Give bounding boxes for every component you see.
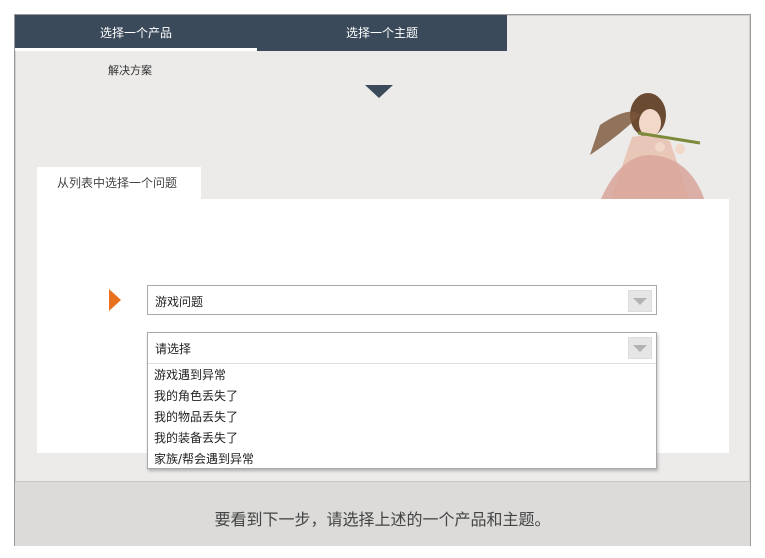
active-tab-indicator — [15, 48, 257, 51]
option-item[interactable]: 家族/帮会遇到异常 — [154, 449, 656, 470]
issue-select-value: 请选择 — [155, 342, 192, 356]
step-arrow-icon — [365, 85, 393, 98]
game-character-illustration — [590, 93, 705, 201]
tab-select-topic[interactable]: 选择一个主题 — [257, 15, 507, 51]
tab-choose-question[interactable]: 从列表中选择一个问题 — [37, 167, 201, 199]
product-solution-link[interactable]: 解决方案 — [108, 62, 152, 78]
issue-options-list: 游戏遇到异常 我的角色丢失了 我的物品丢失了 我的装备丢失了 家族/帮会遇到异常 — [154, 365, 656, 470]
chevron-down-icon[interactable] — [628, 290, 652, 312]
option-item[interactable]: 游戏遇到异常 — [154, 365, 656, 386]
option-item[interactable]: 我的装备丢失了 — [154, 428, 656, 449]
tab-select-product[interactable]: 选择一个产品 — [15, 15, 257, 51]
tab-label: 选择一个主题 — [345, 26, 418, 40]
category-select[interactable]: 游戏问题 — [147, 285, 657, 315]
chevron-down-icon[interactable] — [628, 337, 652, 359]
footer-instruction: 要看到下一步，请选择上述的一个产品和主题。 — [214, 510, 551, 529]
help-wizard-frame: 选择一个产品 选择一个主题 解决方案 从列表中选择一个问题 游戏问题 请选择 游… — [14, 14, 751, 546]
option-item[interactable]: 我的角色丢失了 — [154, 386, 656, 407]
tab-label: 选择一个产品 — [99, 26, 172, 40]
option-item[interactable]: 我的物品丢失了 — [154, 407, 656, 428]
issue-select-header[interactable]: 请选择 — [148, 333, 656, 364]
current-step-pointer-icon — [109, 289, 121, 311]
issue-select[interactable]: 请选择 游戏遇到异常 我的角色丢失了 我的物品丢失了 我的装备丢失了 家族/帮会… — [147, 332, 657, 469]
step-tabs: 选择一个产品 选择一个主题 — [15, 15, 507, 51]
footer-bar: 要看到下一步，请选择上述的一个产品和主题。 — [15, 481, 750, 546]
category-select-value: 游戏问题 — [155, 295, 204, 309]
